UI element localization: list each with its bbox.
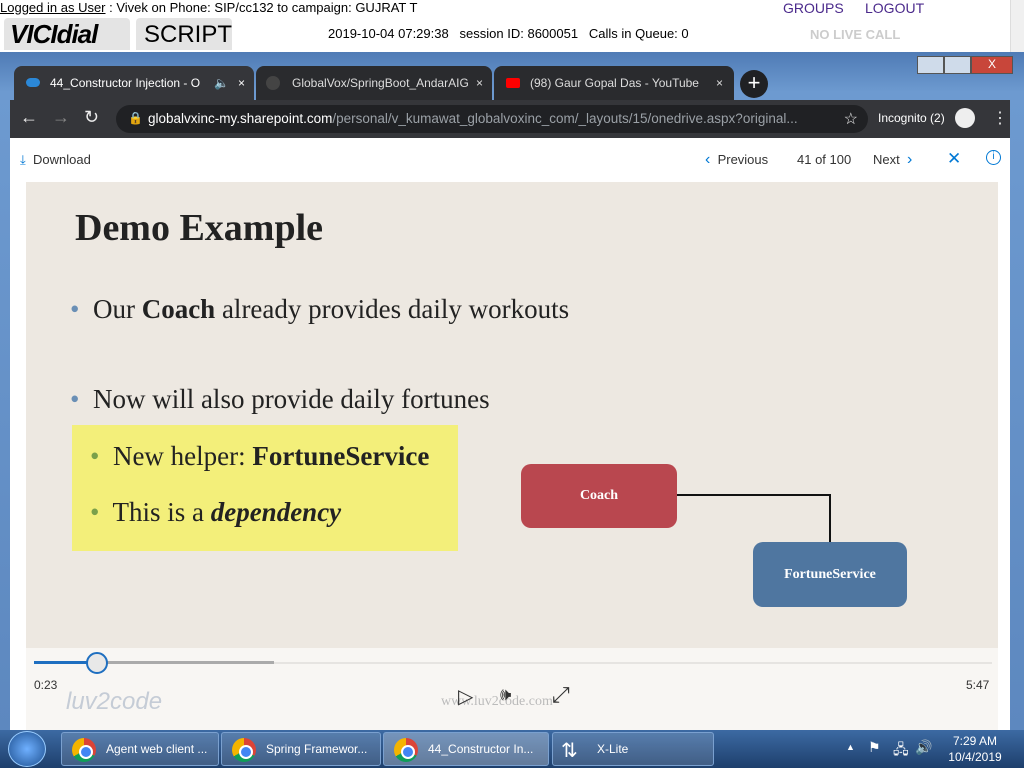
next-label: Next: [873, 152, 900, 167]
onedrive-viewer: ⤓ Download ‹ Previous 41 of 100 Next › ✕…: [10, 138, 1010, 730]
tab-close-icon[interactable]: ×: [238, 76, 245, 90]
duration: 5:47: [966, 678, 990, 692]
viewer-toolbar: ⤓ Download ‹ Previous 41 of 100 Next › ✕…: [10, 138, 1010, 182]
play-icon[interactable]: ▷: [458, 684, 473, 709]
previous-button[interactable]: ‹ Previous: [705, 151, 768, 169]
tab-close-icon[interactable]: ×: [716, 76, 723, 90]
chrome-window: X 44_Constructor Injection - O 🔈 × Globa…: [0, 52, 1024, 730]
tab-github[interactable]: GlobalVox/SpringBoot_AndarAIG ×: [256, 66, 492, 100]
chrome-icon: [232, 738, 256, 762]
current-time: 0:23: [34, 678, 58, 692]
volume-tray-icon[interactable]: 🔊: [915, 739, 932, 756]
tab-label: GlobalVox/SpringBoot_AndarAIG: [292, 76, 469, 90]
menu-icon[interactable]: ⋮: [992, 108, 1008, 128]
previous-label: Previous: [717, 152, 769, 167]
new-tab-button[interactable]: +: [740, 70, 768, 98]
close-viewer-icon[interactable]: ✕: [947, 149, 961, 169]
seek-thumb[interactable]: [86, 652, 109, 674]
xlite-icon: ⇅: [561, 740, 578, 762]
window-controls: X: [917, 56, 1013, 74]
tray-expand-icon[interactable]: ▲: [846, 742, 855, 752]
login-info: : Vivek on Phone: SIP/cc132 to campaign:…: [105, 0, 418, 15]
download-icon: ⤓: [20, 152, 26, 167]
browser-toolbar: ← → ↻ 🔒 globalvxinc-my.sharepoint.com/pe…: [10, 100, 1010, 138]
bullet-fortunes: • Now will also provide daily fortunes: [70, 384, 490, 414]
next-button[interactable]: Next ›: [873, 151, 912, 169]
github-icon: [266, 76, 280, 90]
audio-icon: 🔈: [214, 76, 229, 90]
download-button[interactable]: ⤓ Download: [20, 152, 91, 168]
sub-bullet-dependency: • This is a dependency: [90, 497, 342, 527]
back-icon[interactable]: ←: [20, 107, 38, 128]
onedrive-icon: [26, 78, 40, 87]
file-position: 41 of 100: [797, 152, 852, 167]
slide-title: Demo Example: [75, 207, 324, 249]
logout-link[interactable]: LOGOUT: [865, 0, 924, 16]
video-slide[interactable]: Demo Example • Our Coach already provide…: [26, 182, 998, 648]
live-call-status: NO LIVE CALL: [810, 27, 901, 42]
tab-constructor-injection[interactable]: 44_Constructor Injection - O 🔈 ×: [14, 66, 254, 100]
tab-label: (98) Gaur Gopal Das - YouTube: [530, 76, 699, 90]
maximize-button[interactable]: [944, 56, 971, 74]
lock-icon: 🔒: [128, 111, 143, 125]
start-button[interactable]: [8, 731, 46, 767]
windows-taskbar: Agent web client ... Spring Framewor... …: [0, 730, 1024, 768]
connector-line: [829, 494, 831, 542]
taskbar-item-xlite[interactable]: ⇅ X-Lite: [552, 732, 714, 766]
network-icon[interactable]: 🖧: [893, 739, 909, 763]
fortune-service-box: FortuneService: [753, 542, 907, 607]
action-center-icon[interactable]: ⚑: [868, 739, 881, 756]
info-icon[interactable]: i: [986, 150, 1001, 165]
status-line: 2019-10-04 07:29:38 session ID: 8600051 …: [328, 26, 689, 41]
groups-link[interactable]: GROUPS: [783, 0, 844, 16]
tab-close-icon[interactable]: ×: [476, 76, 483, 90]
incognito-icon[interactable]: [955, 108, 975, 128]
bullet-coach: • Our Coach already provides daily worko…: [70, 294, 570, 324]
download-label: Download: [32, 152, 91, 167]
taskbar-item-agent[interactable]: Agent web client ...: [61, 732, 219, 766]
vicidial-logo: VICIdial: [4, 18, 130, 50]
chrome-icon: [72, 738, 96, 762]
player-controls: 0:23 5:47 luv2code www.luv2code.com ▷ 🕪 …: [26, 648, 998, 730]
incognito-label[interactable]: Incognito (2): [878, 111, 945, 125]
fullscreen-icon[interactable]: ⤢: [552, 682, 570, 708]
forward-icon[interactable]: →: [52, 107, 70, 128]
clock[interactable]: 7:29 AM 10/4/2019: [945, 733, 1005, 765]
url-path: /personal/v_kumawat_globalvoxinc_com/_la…: [332, 111, 798, 126]
bookmark-star-icon[interactable]: ☆: [844, 109, 858, 129]
logged-in-link[interactable]: Logged in as User: [0, 0, 106, 15]
minimize-button[interactable]: [917, 56, 944, 74]
luv2code-watermark: luv2code: [66, 688, 163, 715]
volume-icon[interactable]: 🕪: [500, 684, 511, 705]
tab-youtube[interactable]: (98) Gaur Gopal Das - YouTube ×: [494, 66, 734, 100]
highlight-box: • New helper: FortuneService • This is a…: [72, 425, 458, 551]
script-tab[interactable]: SCRIPT: [136, 18, 232, 50]
connector-line: [676, 494, 831, 496]
vicidial-header: Logged in as User : Vivek on Phone: SIP/…: [0, 0, 1010, 52]
reload-icon[interactable]: ↻: [84, 107, 99, 128]
taskbar-item-constructor[interactable]: 44_Constructor In...: [383, 732, 549, 766]
sub-bullet-helper: • New helper: FortuneService: [90, 441, 430, 471]
close-window-button[interactable]: X: [971, 56, 1013, 74]
tab-label: 44_Constructor Injection - O: [50, 76, 201, 90]
coach-box: Coach: [521, 464, 677, 528]
chrome-icon: [394, 738, 418, 762]
taskbar-item-spring[interactable]: Spring Framewor...: [221, 732, 381, 766]
chevron-right-icon: ›: [906, 151, 913, 168]
url-host: globalvxinc-my.sharepoint.com: [148, 111, 333, 126]
youtube-icon: [506, 78, 520, 88]
address-bar[interactable]: 🔒 globalvxinc-my.sharepoint.com/personal…: [116, 105, 868, 133]
chevron-left-icon: ‹: [705, 151, 711, 168]
